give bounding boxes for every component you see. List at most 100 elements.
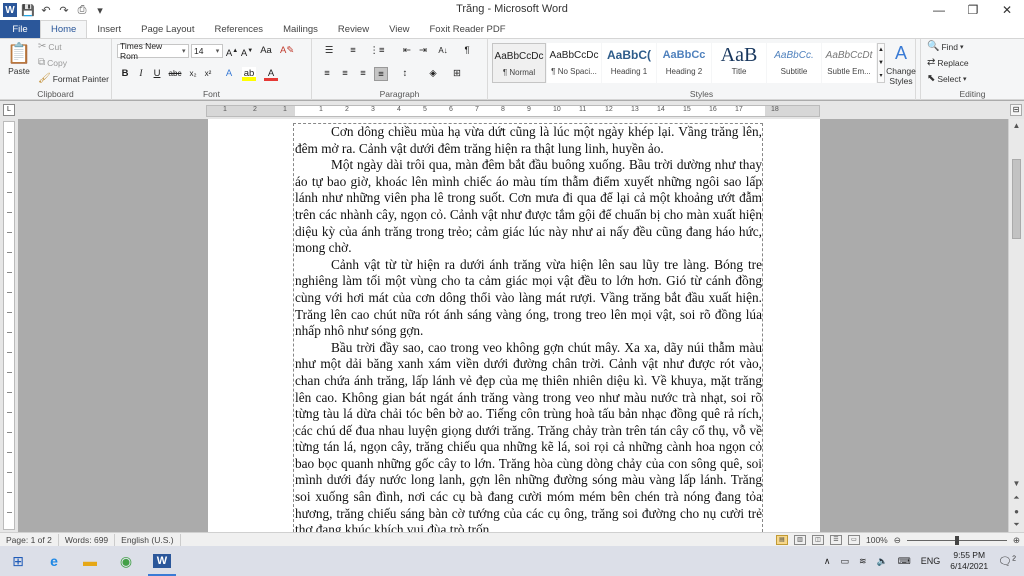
zoom-slider-knob[interactable]: [954, 535, 959, 545]
superscript-button[interactable]: x²: [201, 67, 215, 81]
tab-review[interactable]: Review: [328, 20, 379, 38]
change-case-icon[interactable]: Aa: [257, 44, 275, 58]
cut-button[interactable]: ✂ Cut: [38, 42, 62, 53]
keyboard-icon[interactable]: ⌨: [898, 556, 911, 567]
word-app-icon[interactable]: W: [3, 3, 17, 17]
save-icon[interactable]: 💾: [21, 4, 35, 17]
paragraph-4[interactable]: Bầu trời đầy sao, cao trong veo không gợ…: [295, 340, 762, 532]
text-effects-icon[interactable]: A: [222, 67, 236, 81]
copy-button[interactable]: ⧉ Copy: [38, 58, 67, 69]
subscript-button[interactable]: x₂: [186, 67, 200, 81]
word-count[interactable]: Words: 699: [59, 533, 116, 546]
select-browse-object-icon[interactable]: ●: [1009, 505, 1024, 519]
full-screen-reading-icon[interactable]: ▥: [794, 535, 806, 545]
underline-button[interactable]: U: [150, 67, 164, 81]
close-button[interactable]: ✕: [990, 0, 1024, 20]
minimize-button[interactable]: —: [922, 0, 956, 20]
select-button[interactable]: ⬉ Select ▾: [927, 74, 967, 85]
borders-icon[interactable]: ⊞: [450, 67, 464, 81]
tab-insert[interactable]: Insert: [87, 20, 131, 38]
notifications-icon[interactable]: 🗨2: [998, 555, 1016, 568]
customize-qat-icon[interactable]: ▾: [93, 4, 107, 17]
tab-selector-icon[interactable]: L: [3, 104, 15, 116]
clear-formatting-icon[interactable]: A✎: [280, 44, 294, 58]
tab-home[interactable]: Home: [40, 20, 88, 38]
vertical-scrollbar[interactable]: ▲ ▼ ⏶ ● ⏷: [1008, 119, 1024, 532]
zoom-in-icon[interactable]: ⊕: [1013, 535, 1020, 546]
justify-icon[interactable]: ≡: [374, 67, 388, 81]
format-painter-button[interactable]: 🖌 Format Painter: [38, 74, 109, 85]
align-center-icon[interactable]: ≡: [338, 67, 352, 81]
shading-icon[interactable]: ◈: [426, 67, 440, 81]
vertical-ruler[interactable]: [3, 121, 15, 530]
font-color-icon[interactable]: A: [264, 67, 278, 81]
horizontal-ruler[interactable]: 1 2 1 1 2 3 4 5 6 7 8 9 10 11 12 13 14 1…: [206, 105, 820, 117]
style-title[interactable]: AaB Title: [712, 43, 766, 83]
document-page[interactable]: Cơn dông chiều mùa hạ vừa dứt cũng là lú…: [208, 119, 820, 532]
input-language[interactable]: ENG: [921, 556, 941, 566]
outline-icon[interactable]: ☰: [830, 535, 842, 545]
paste-button[interactable]: 📋 Paste: [6, 43, 32, 76]
view-ruler-icon[interactable]: ⊟: [1010, 104, 1022, 116]
tab-file[interactable]: File: [0, 20, 40, 38]
align-right-icon[interactable]: ≡: [356, 67, 370, 81]
language-indicator[interactable]: English (U.S.): [115, 533, 181, 546]
network-icon[interactable]: ▭: [841, 556, 850, 567]
zoom-level[interactable]: 100%: [866, 535, 888, 545]
draft-icon[interactable]: ▭: [848, 535, 860, 545]
tab-mailings[interactable]: Mailings: [273, 20, 328, 38]
bold-button[interactable]: B: [118, 67, 132, 81]
style-no-spacing[interactable]: AaBbCcDc ¶ No Spaci...: [547, 43, 601, 83]
highlight-color-icon[interactable]: ab: [242, 67, 256, 81]
scrollbar-thumb[interactable]: [1012, 159, 1021, 239]
restore-button[interactable]: ❐: [956, 0, 990, 20]
grow-font-icon[interactable]: A▲: [225, 44, 239, 59]
volume-icon[interactable]: 🔈: [877, 556, 888, 567]
zoom-out-icon[interactable]: ⊖: [894, 535, 901, 546]
font-name-combo[interactable]: Times New Rom ▾: [117, 41, 189, 61]
wifi-icon[interactable]: ≋: [859, 556, 867, 567]
find-button[interactable]: 🔍 Find ▾: [927, 42, 964, 53]
show-hide-icon[interactable]: ¶: [460, 44, 474, 58]
zoom-slider[interactable]: [906, 535, 1007, 545]
change-styles-button[interactable]: A Change Styles: [883, 42, 919, 86]
style-heading-2[interactable]: AaBbCc Heading 2: [657, 43, 711, 83]
web-layout-icon[interactable]: ◫: [812, 535, 824, 545]
page-count[interactable]: Page: 1 of 2: [0, 533, 59, 546]
decrease-indent-icon[interactable]: ⇤: [400, 44, 414, 58]
strikethrough-button[interactable]: abc: [168, 67, 182, 81]
tab-view[interactable]: View: [379, 20, 419, 38]
style-heading-1[interactable]: AaBbC( Heading 1: [602, 43, 656, 83]
style-subtle-emphasis[interactable]: AaBbCcDt Subtle Em...: [822, 43, 876, 83]
document-body[interactable]: Cơn dông chiều mùa hạ vừa dứt cũng là lú…: [293, 123, 763, 532]
scroll-up-icon[interactable]: ▲: [1009, 119, 1024, 133]
word-taskbar-icon[interactable]: W: [144, 546, 180, 576]
redo-icon[interactable]: ↷: [57, 4, 71, 17]
next-page-icon[interactable]: ⏷: [1009, 518, 1024, 532]
replace-button[interactable]: ⇄ Replace: [927, 58, 969, 69]
coccoc-browser-icon[interactable]: ◉: [108, 546, 144, 576]
previous-page-icon[interactable]: ⏶: [1009, 491, 1024, 505]
clock[interactable]: 9:55 PM 6/14/2021: [950, 550, 988, 572]
tab-page-layout[interactable]: Page Layout: [131, 20, 204, 38]
italic-button[interactable]: I: [134, 67, 148, 81]
paragraph-2[interactable]: Một ngày dài trôi qua, màn đêm bắt đầu b…: [295, 157, 762, 257]
undo-icon[interactable]: ↶: [39, 4, 53, 17]
print-icon[interactable]: ⎙: [75, 4, 89, 17]
font-size-combo[interactable]: 14 ▾: [191, 44, 223, 58]
style-subtitle[interactable]: AaBbCc. Subtitle: [767, 43, 821, 83]
scroll-down-icon[interactable]: ▼: [1009, 477, 1024, 491]
print-layout-icon[interactable]: ▤: [776, 535, 788, 545]
style-normal[interactable]: AaBbCcDc ¶ Normal: [492, 43, 546, 83]
multilevel-list-icon[interactable]: ⋮≡: [368, 44, 386, 58]
increase-indent-icon[interactable]: ⇥: [416, 44, 430, 58]
start-icon[interactable]: ⊞: [0, 546, 36, 576]
line-spacing-icon[interactable]: ↕: [398, 67, 412, 81]
align-left-icon[interactable]: ≡: [320, 67, 334, 81]
tab-foxit-reader-pdf[interactable]: Foxit Reader PDF: [420, 20, 516, 38]
edge-icon[interactable]: e: [36, 546, 72, 576]
sort-icon[interactable]: A↓: [436, 44, 450, 58]
numbering-icon[interactable]: ≡: [344, 44, 362, 58]
shrink-font-icon[interactable]: A▼: [240, 44, 254, 59]
tab-references[interactable]: References: [204, 20, 273, 38]
